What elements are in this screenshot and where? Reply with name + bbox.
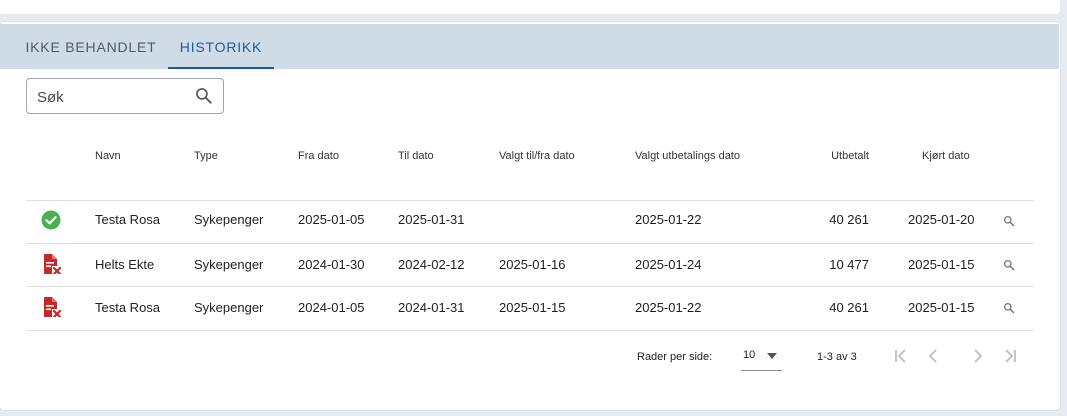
column-header-kjort-dato[interactable]: Kjørt dato (922, 150, 970, 162)
first-page-icon[interactable] (892, 347, 910, 365)
cell-navn: Testa Rosa (95, 300, 161, 315)
rows-per-page-value: 10 (743, 349, 756, 361)
cell-kjort-dato: 2025-01-15 (908, 300, 975, 315)
search-box (26, 78, 224, 114)
row-divider (26, 330, 1034, 331)
cell-til-dato: 2024-01-31 (398, 300, 465, 315)
check-circle-icon (41, 210, 61, 230)
column-header-valgt-utbetalings-dato[interactable]: Valgt utbetalings dato (635, 150, 740, 162)
previous-page-icon[interactable] (924, 347, 942, 365)
cell-til-dato: 2024-02-12 (398, 257, 465, 272)
cell-utbetalings-dato: 2025-01-24 (635, 257, 702, 272)
tab-ikke-behandlet[interactable]: IKKE BEHANDLET (16, 24, 166, 69)
document-error-icon (44, 297, 62, 317)
cell-type: Sykepenger (194, 212, 264, 227)
cell-valgt-dato: 2025-01-16 (499, 257, 566, 272)
next-page-icon[interactable] (969, 347, 987, 365)
cell-utbetalt: 40 261 (829, 212, 869, 227)
cell-utbetalt: 10 477 (829, 257, 869, 272)
cell-til-dato: 2025-01-31 (398, 212, 465, 227)
row-divider (26, 286, 1034, 287)
cell-type: Sykepenger (194, 300, 264, 315)
cell-utbetalings-dato: 2025-01-22 (635, 300, 702, 315)
cell-fra-dato: 2025-01-05 (298, 212, 365, 227)
view-details-search-icon[interactable] (1003, 215, 1015, 227)
pagination-range: 1-3 av 3 (817, 351, 857, 363)
column-header-valgt-til-fra-dato[interactable]: Valgt til/fra dato (499, 150, 575, 162)
cell-kjort-dato: 2025-01-20 (908, 212, 975, 227)
top-panel-edge (0, 0, 1060, 14)
view-details-search-icon[interactable] (1003, 302, 1015, 314)
column-header-til-dato[interactable]: Til dato (398, 150, 434, 162)
rows-per-page-label: Rader per side: (637, 351, 713, 363)
tab-historikk[interactable]: HISTORIKK (168, 24, 274, 69)
row-divider (26, 243, 1034, 244)
last-page-icon[interactable] (1001, 347, 1019, 365)
cell-navn: Helts Ekte (95, 257, 155, 272)
view-details-search-icon[interactable] (1003, 259, 1015, 271)
column-header-type[interactable]: Type (194, 150, 218, 162)
column-header-navn[interactable]: Navn (95, 150, 121, 162)
tab-bar: IKKE BEHANDLET HISTORIKK (0, 24, 1059, 69)
cell-utbetalt: 40 261 (829, 300, 869, 315)
cell-kjort-dato: 2025-01-15 (908, 257, 975, 272)
cell-valgt-dato: 2025-01-15 (499, 300, 566, 315)
cell-utbetalings-dato: 2025-01-22 (635, 212, 702, 227)
rows-per-page-select[interactable]: 10 (741, 341, 782, 371)
column-header-utbetalt[interactable]: Utbetalt (789, 150, 869, 162)
caret-down-icon (767, 353, 777, 359)
cell-fra-dato: 2024-01-05 (298, 300, 365, 315)
cell-type: Sykepenger (194, 257, 264, 272)
header-divider (26, 200, 1034, 201)
search-icon[interactable] (194, 86, 214, 106)
cell-navn: Testa Rosa (95, 212, 161, 227)
column-header-fra-dato[interactable]: Fra dato (298, 150, 339, 162)
search-input[interactable] (37, 87, 187, 107)
document-error-icon (44, 254, 62, 274)
cell-fra-dato: 2024-01-30 (298, 257, 365, 272)
